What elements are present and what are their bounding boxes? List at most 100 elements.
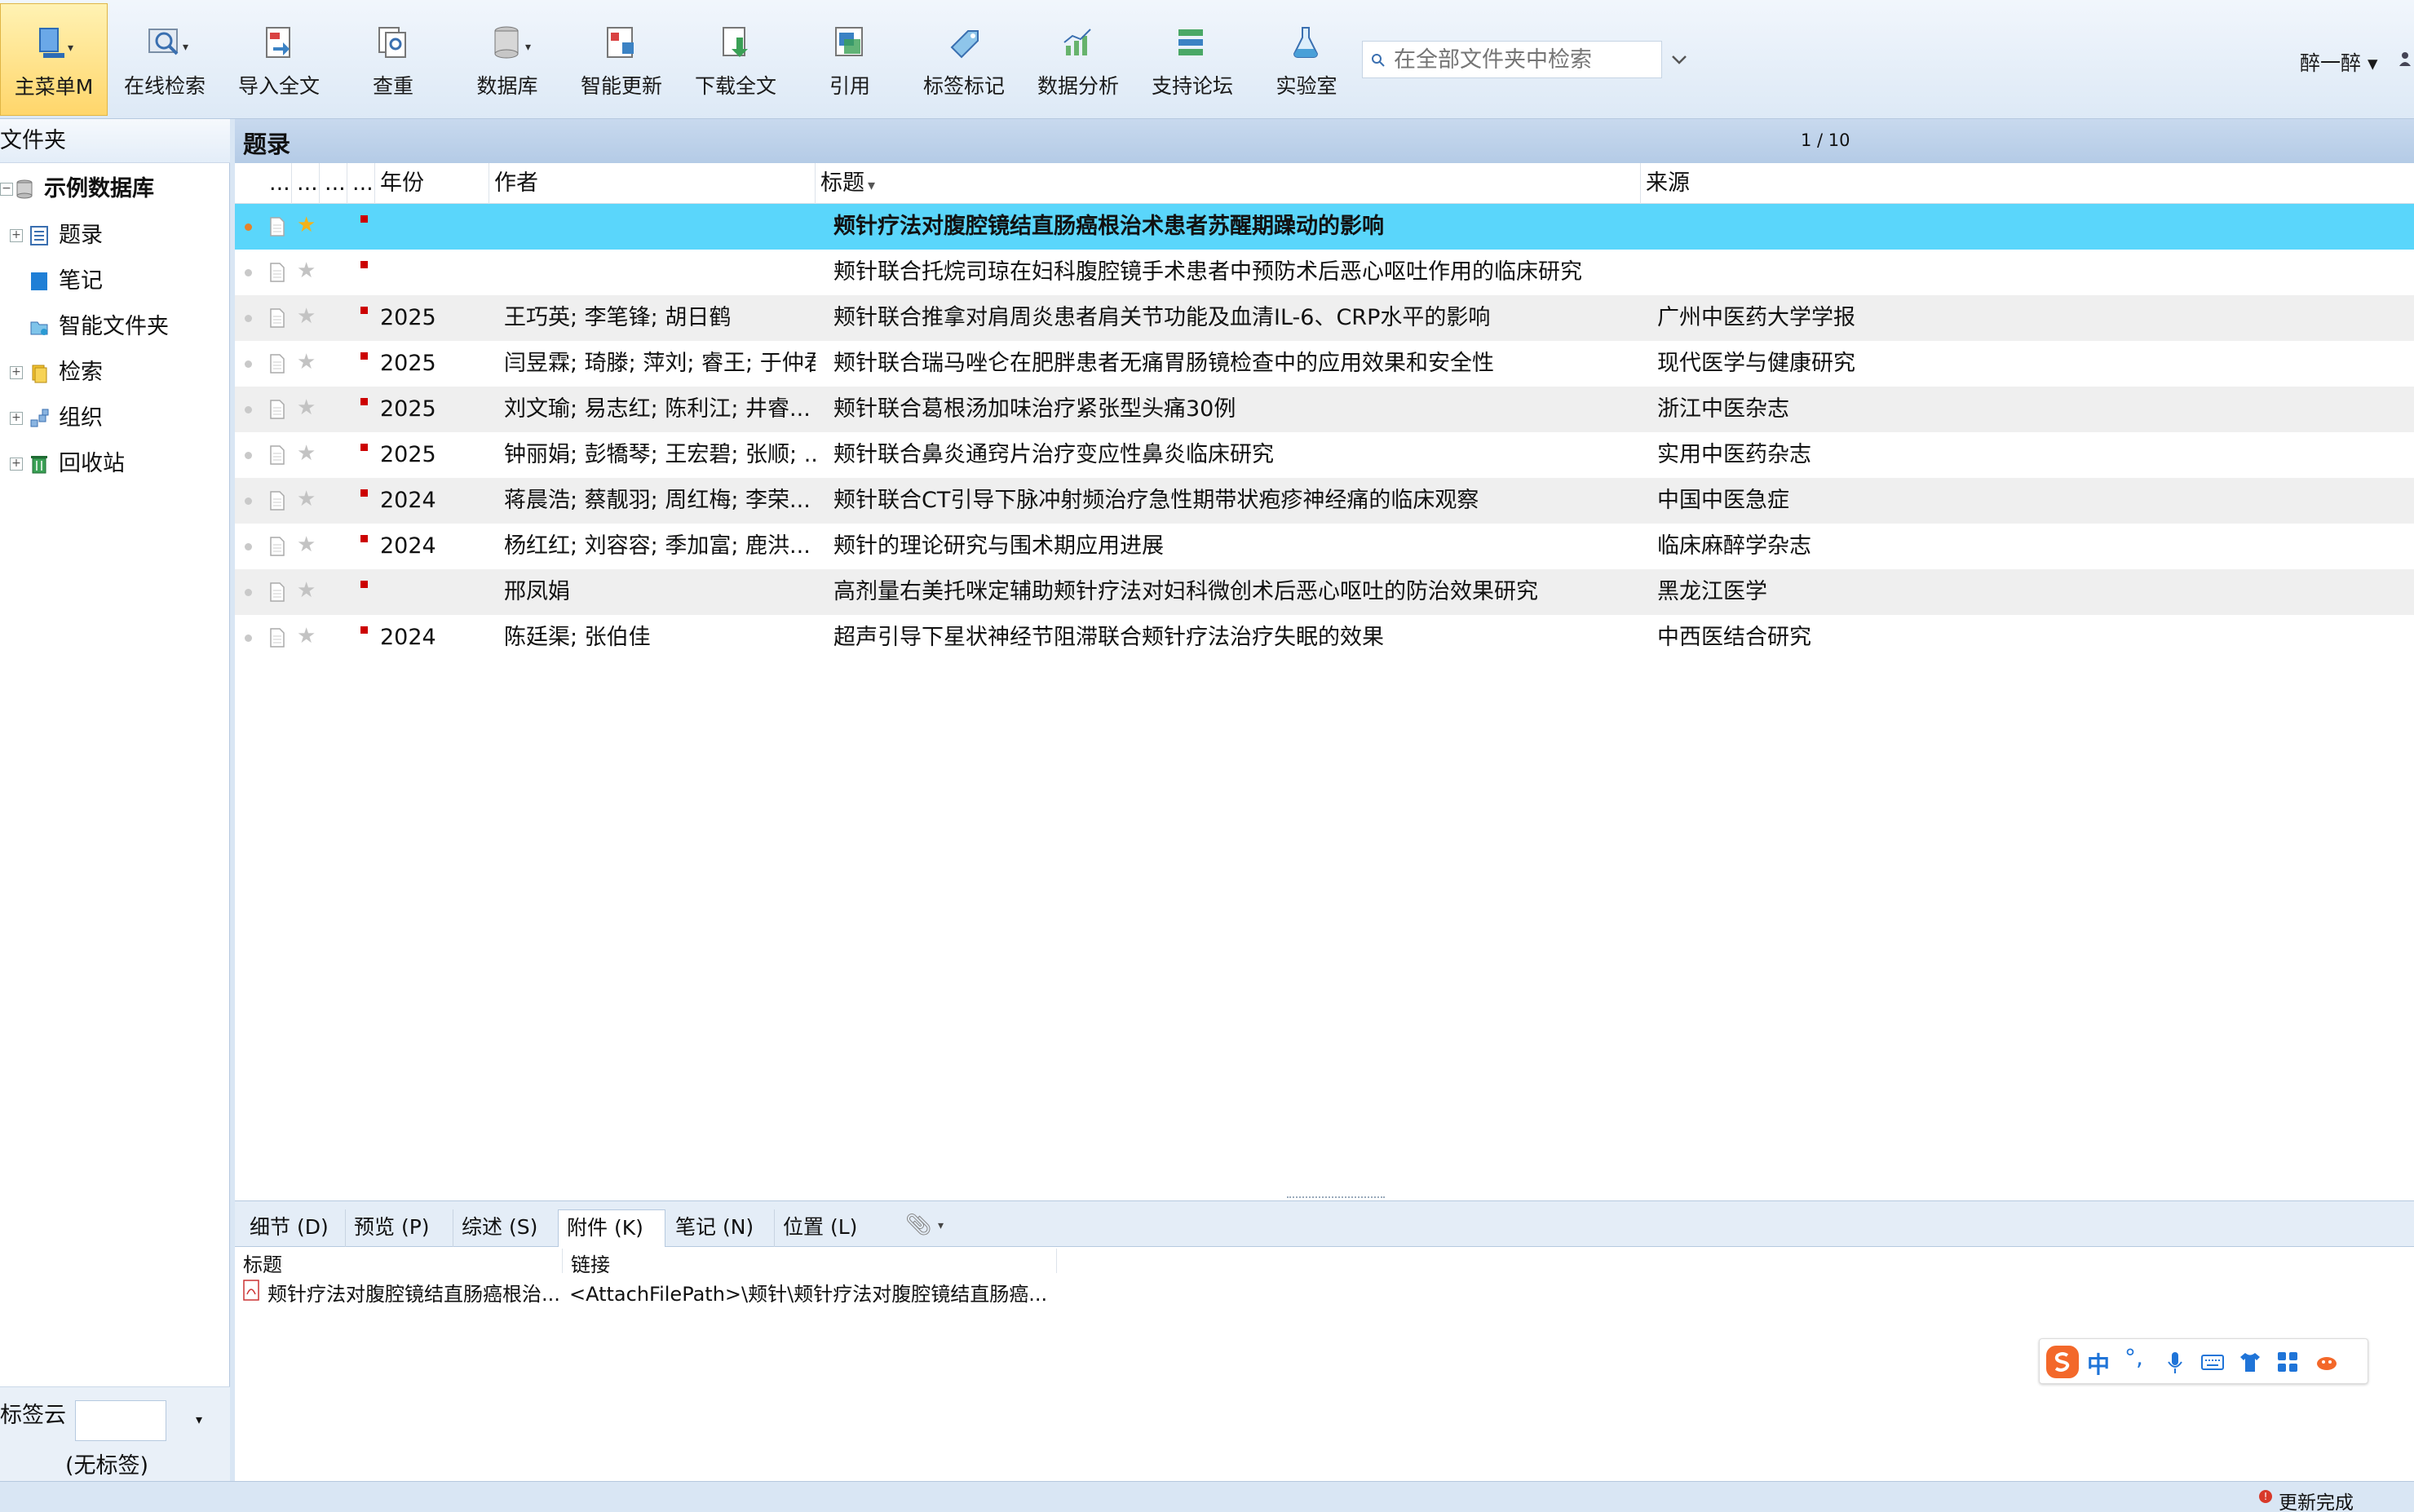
tab-details[interactable]: 细节 (D)	[241, 1209, 346, 1247]
cite-button[interactable]: 引用	[799, 3, 900, 116]
document-icon[interactable]	[269, 537, 285, 556]
chevron-down-icon[interactable]: ▾	[196, 1412, 202, 1427]
document-icon[interactable]	[269, 263, 285, 282]
toolbox-grid-icon[interactable]	[2275, 1349, 2301, 1375]
ime-mode-label[interactable]: 中	[2087, 1347, 2110, 1380]
flag-icon[interactable]	[360, 398, 368, 405]
column-header-year[interactable]: 年份	[375, 163, 489, 204]
main-menu-button[interactable]: ▾ 主菜单M	[0, 3, 108, 116]
tab-summary[interactable]: 综述 (S)	[453, 1209, 561, 1247]
expand-icon[interactable]: +	[10, 412, 23, 425]
user-menu[interactable]: 醉一醉 ▾	[2300, 47, 2378, 77]
star-icon[interactable]: ★	[297, 305, 320, 328]
read-status-dot[interactable]	[245, 315, 252, 322]
star-icon[interactable]: ★	[297, 579, 320, 602]
forum-button[interactable]: 支持论坛	[1142, 3, 1243, 116]
star-icon[interactable]: ★	[297, 488, 320, 511]
microphone-icon[interactable]	[2162, 1349, 2188, 1375]
download-fulltext-button[interactable]: 下载全文	[685, 3, 786, 116]
analysis-button[interactable]: 数据分析	[1028, 3, 1129, 116]
tag-cloud-select[interactable]	[75, 1400, 166, 1441]
column-header-attachment[interactable]: ...	[292, 163, 320, 204]
document-icon[interactable]	[269, 354, 285, 374]
table-row[interactable]: ★ 2025 钟丽娟; 彭犞琴; 王宏碧; 张顺; ... 颊针联合鼻炎通窍片治疗变应…	[235, 432, 2414, 478]
read-status-dot[interactable]	[245, 406, 252, 413]
table-row[interactable]: ★ 2024 蒋晨浩; 蔡靓羽; 周红梅; 李荣... 颊针联合CT引导下脉冲射频治疗…	[235, 478, 2414, 524]
flag-icon[interactable]	[360, 215, 368, 223]
sidebar-item-organize[interactable]: + 组织	[0, 397, 230, 440]
sidebar-item-records[interactable]: + 题录	[0, 214, 230, 257]
smart-update-button[interactable]: 智能更新	[571, 3, 672, 116]
paperclip-icon[interactable]: 📎︎	[905, 1213, 932, 1237]
read-status-dot[interactable]	[245, 223, 252, 231]
table-row[interactable]: ★ 颊针疗法对腹腔镜结直肠癌根治术患者苏醒期躁动的影响	[235, 204, 2414, 250]
chevron-down-icon[interactable]: ▾	[938, 1219, 944, 1232]
flag-icon[interactable]	[360, 261, 368, 268]
column-header-read[interactable]: ...	[264, 163, 292, 204]
table-row[interactable]: ★ 2025 刘文瑜; 易志红; 陈利江; 井睿... 颊针联合葛根汤加味治疗紧张型头…	[235, 387, 2414, 432]
expand-icon[interactable]: +	[10, 458, 23, 471]
sidebar-item-recycle-bin[interactable]: + 回收站	[0, 443, 230, 485]
table-row[interactable]: ★ 2025 王巧英; 李笔锋; 胡日鹤 颊针联合推拿对肩周炎患者肩关节功能及血清IL…	[235, 295, 2414, 341]
read-status-dot[interactable]	[245, 360, 252, 368]
flag-icon[interactable]	[360, 581, 368, 588]
column-header-author[interactable]: 作者	[489, 163, 816, 204]
column-header-source[interactable]: 来源	[1641, 163, 2414, 204]
star-icon[interactable]: ★	[297, 214, 320, 237]
expand-icon[interactable]: +	[10, 229, 23, 242]
star-icon[interactable]: ★	[297, 259, 320, 282]
star-icon[interactable]: ★	[297, 351, 320, 374]
flag-icon[interactable]	[360, 489, 368, 497]
table-row[interactable]: ★ 2024 陈廷渠; 张伯佳 超声引导下星状神经节阻滞联合颊针疗法治疗失眠的效果 中西…	[235, 615, 2414, 661]
star-icon[interactable]: ★	[297, 396, 320, 419]
keyboard-icon[interactable]	[2200, 1349, 2226, 1375]
attachment-row[interactable]: 颊针疗法对腹腔镜结直肠癌根治... <AttachFilePath>\颊针\颊针…	[235, 1276, 1059, 1306]
tag-mark-button[interactable]: 标签标记	[913, 3, 1015, 116]
skin-shirt-icon[interactable]	[2237, 1349, 2263, 1375]
sidebar-item-smart-folder[interactable]: 智能文件夹	[0, 306, 230, 348]
table-row[interactable]: ★ 邢凤娟 高剂量右美托咪定辅助颊针疗法对妇科微创术后恶心呕吐的防治效果研究 黑龙江医…	[235, 569, 2414, 615]
column-header-flag[interactable]: ...	[347, 163, 375, 204]
attachment-col-title[interactable]: 标题	[235, 1249, 563, 1276]
star-icon[interactable]: ★	[297, 442, 320, 465]
read-status-dot[interactable]	[245, 497, 252, 505]
import-fulltext-button[interactable]: 导入全文	[230, 3, 328, 116]
tab-location[interactable]: 位置 (L)	[775, 1209, 882, 1247]
table-row[interactable]: ★ 2025 闫昱霖; 琦滕; 萍刘; 睿王; 于仲君 颊针联合瑞马唑仑在肥胖患者无痛…	[235, 341, 2414, 387]
document-icon[interactable]	[269, 491, 285, 511]
read-status-dot[interactable]	[245, 543, 252, 550]
table-row[interactable]: ★ 颊针联合托烷司琼在妇科腹腔镜手术患者中预防术后恶心呕吐作用的临床研究	[235, 250, 2414, 295]
flag-icon[interactable]	[360, 444, 368, 451]
tab-notes[interactable]: 笔记 (N)	[667, 1209, 775, 1247]
column-header-title[interactable]: 标题 ▾	[816, 163, 1641, 204]
document-icon[interactable]	[269, 445, 285, 465]
flag-icon[interactable]	[360, 352, 368, 360]
mascot-icon[interactable]	[2314, 1349, 2340, 1375]
read-status-dot[interactable]	[245, 589, 252, 596]
star-icon[interactable]: ★	[297, 625, 320, 648]
column-header-rating[interactable]: ...	[320, 163, 347, 204]
expand-icon[interactable]: +	[10, 366, 23, 379]
star-icon[interactable]: ★	[297, 533, 320, 556]
flag-icon[interactable]	[360, 535, 368, 542]
search-input[interactable]	[1394, 45, 1655, 74]
flag-icon[interactable]	[360, 626, 368, 634]
tab-attachments[interactable]: 附件 (K)	[558, 1209, 665, 1247]
online-search-button[interactable]: ▾ 在线检索	[114, 3, 215, 116]
tab-preview[interactable]: 预览 (P)	[346, 1209, 453, 1247]
document-icon[interactable]	[269, 308, 285, 328]
attachment-col-link[interactable]: 链接	[563, 1249, 1057, 1276]
read-status-dot[interactable]	[245, 452, 252, 459]
read-status-dot[interactable]	[245, 269, 252, 276]
tree-root-database[interactable]: − 示例数据库	[0, 168, 230, 210]
dedupe-button[interactable]: 查重	[343, 3, 444, 116]
punctuation-icon[interactable]: °,	[2124, 1344, 2143, 1371]
lab-button[interactable]: 实验室	[1256, 3, 1357, 116]
read-status-dot[interactable]	[245, 634, 252, 642]
collapse-icon[interactable]: −	[0, 183, 13, 196]
chevron-down-icon[interactable]	[1665, 46, 1693, 73]
document-icon[interactable]	[269, 628, 285, 648]
sidebar-item-search[interactable]: + 检索	[0, 351, 230, 394]
sidebar-item-notes[interactable]: 笔记	[0, 260, 230, 303]
database-button[interactable]: ▾ 数据库	[457, 3, 558, 116]
